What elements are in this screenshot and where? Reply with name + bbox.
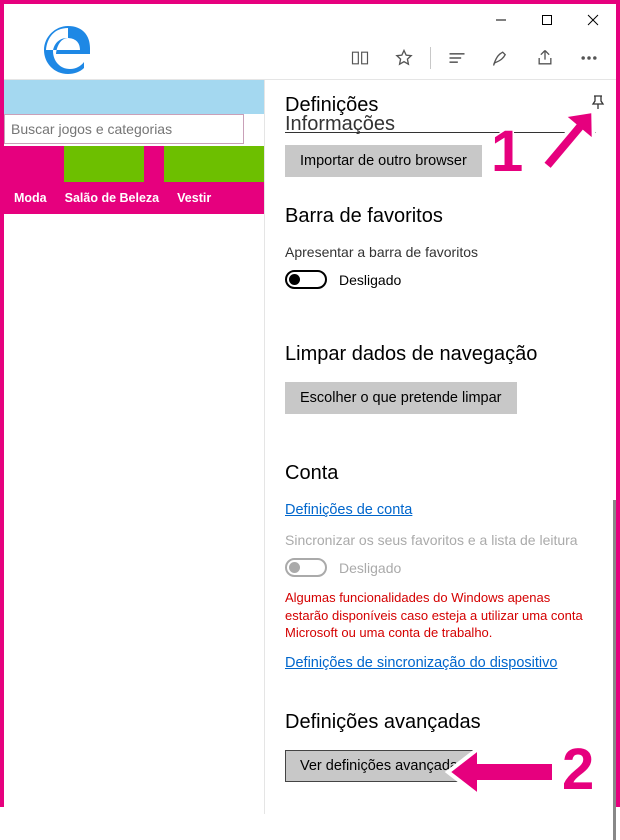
- content-area: Moda Salão de Beleza Vestir Definições I…: [4, 80, 616, 814]
- sync-toggle: [285, 558, 327, 577]
- view-advanced-button[interactable]: Ver definições avançadas: [285, 750, 480, 782]
- scrollbar-thumb[interactable]: [613, 500, 616, 840]
- favorites-bar-header: Barra de favoritos: [285, 205, 596, 228]
- edge-logo-icon: [40, 22, 96, 83]
- maximize-button[interactable]: [524, 4, 570, 36]
- clear-data-header: Limpar dados de navegação: [285, 343, 596, 366]
- pin-icon[interactable]: [590, 94, 606, 115]
- favorites-toggle-state: Desligado: [339, 272, 401, 288]
- choose-clear-button[interactable]: Escolher o que pretende limpar: [285, 382, 517, 414]
- page-sky: [4, 80, 264, 114]
- cutoff-section-title: Informações: [285, 113, 596, 136]
- share-icon[interactable]: [523, 36, 567, 80]
- favorites-toggle-label: Apresentar a barra de favoritos: [285, 244, 596, 260]
- toolbar-separator: [430, 47, 431, 69]
- nav-item-moda[interactable]: Moda: [14, 191, 47, 205]
- import-browser-button[interactable]: Importar de outro browser: [285, 145, 482, 177]
- search-input[interactable]: [4, 114, 244, 144]
- page-nav: Moda Salão de Beleza Vestir: [4, 182, 264, 214]
- favorites-toggle[interactable]: [285, 270, 327, 289]
- web-note-icon[interactable]: [479, 36, 523, 80]
- sync-label: Sincronizar os seus favoritos e a lista …: [285, 532, 596, 548]
- settings-panel: Definições Informações Importar de outro…: [264, 80, 616, 814]
- webpage-background: Moda Salão de Beleza Vestir: [4, 80, 264, 814]
- edge-window: Moda Salão de Beleza Vestir Definições I…: [4, 4, 616, 803]
- close-button[interactable]: [570, 4, 616, 36]
- page-banner: [4, 146, 264, 182]
- reading-view-icon[interactable]: [338, 36, 382, 80]
- advanced-header: Definições avançadas: [285, 711, 596, 734]
- page-blank: [4, 214, 264, 814]
- device-sync-link[interactable]: Definições de sincronização do dispositi…: [285, 655, 557, 671]
- hub-icon[interactable]: [435, 36, 479, 80]
- nav-item-salao[interactable]: Salão de Beleza: [65, 191, 160, 205]
- sync-toggle-state: Desligado: [339, 560, 401, 576]
- account-settings-link[interactable]: Definições de conta: [285, 502, 412, 518]
- sync-warning-text: Algumas funcionalidades do Windows apena…: [285, 589, 596, 642]
- nav-item-vestir[interactable]: Vestir: [177, 191, 211, 205]
- account-header: Conta: [285, 462, 596, 485]
- page-search-row: [4, 114, 264, 146]
- more-menu-icon[interactable]: [567, 36, 611, 80]
- favorite-star-icon[interactable]: [382, 36, 426, 80]
- browser-toolbar: [4, 36, 616, 80]
- minimize-button[interactable]: [478, 4, 524, 36]
